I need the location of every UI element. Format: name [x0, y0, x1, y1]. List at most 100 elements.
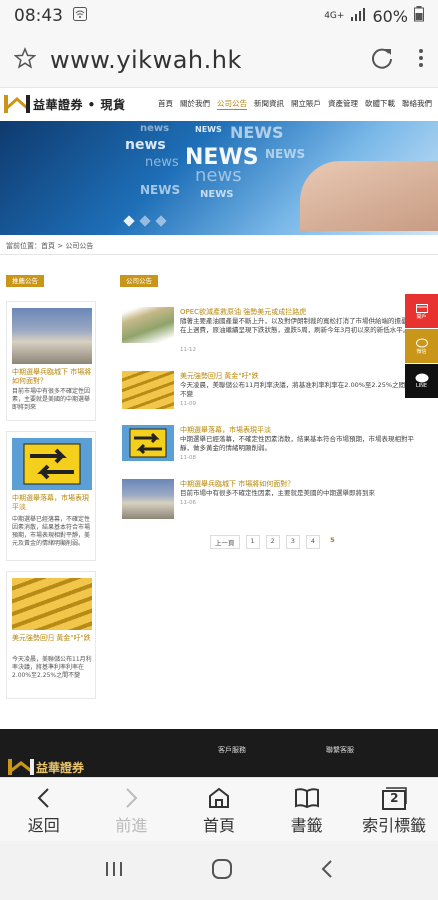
main-menu: 首頁 關於我們 公司公告 新聞資訊 開立賬戶 資產管理 軟體下載 聯絡我們: [158, 98, 432, 110]
footer-brand: 益華證券: [36, 761, 85, 775]
menu-open-account[interactable]: 開立賬戶: [291, 98, 321, 110]
banner-word: NEWS: [200, 189, 234, 200]
news-date: 11-08: [180, 455, 196, 461]
banner-hand-image: [300, 161, 438, 231]
pager-page[interactable]: 3: [285, 535, 300, 549]
home-label: 首頁: [202, 815, 235, 835]
pager-page[interactable]: 4: [305, 535, 321, 549]
menu-download[interactable]: 軟體下載: [365, 98, 395, 110]
home-button[interactable]: 首頁: [175, 778, 263, 841]
site-logo[interactable]: 益華證券 • 現貨: [4, 93, 126, 115]
news-desc: 目前市場中有很多不確定性因素，主要就是美國的中期選舉即將到來: [180, 489, 375, 497]
direction-sign-image: [122, 425, 174, 461]
pager-page[interactable]: 2: [265, 535, 280, 549]
news-item[interactable]: OPEC欲減產救原油 強勢美元或成拦路虎 隨著主要產油國產量不斷上升，以及對伊朗…: [120, 307, 420, 357]
recommended-card-title: 中期選舉落幕，市場表現平淡: [12, 494, 89, 511]
chat-icon: [415, 338, 428, 347]
direction-sign-image: [12, 438, 92, 490]
status-bar: 08:43 4G+ 60%: [0, 0, 438, 32]
news-title[interactable]: 美元強勢回归 黃金"吁"跌: [180, 371, 259, 381]
menu-about[interactable]: 關於我們: [180, 98, 210, 110]
news-item[interactable]: 美元強勢回归 黃金"吁"跌 今天凌晨，美聯儲公布11月利率決議，將基准利率利率在…: [120, 371, 420, 421]
menu-announcements[interactable]: 公司公告: [217, 98, 247, 110]
bookmarks-button[interactable]: 書籤: [263, 778, 351, 841]
money-image: [122, 307, 174, 343]
breadcrumb: 當前位置：首頁 > 公司公告: [6, 242, 94, 250]
menu-home[interactable]: 首頁: [158, 98, 173, 110]
news-date: 11-09: [180, 401, 196, 407]
pager-prev[interactable]: 上一頁: [210, 535, 240, 549]
back-button[interactable]: 返回: [0, 778, 88, 841]
side-line-button[interactable]: LINE: [405, 364, 438, 398]
signal-icon: [350, 7, 366, 26]
gold-bars-image: [12, 578, 92, 630]
back-arrow-icon: [37, 787, 49, 808]
forward-label: 前進: [115, 815, 148, 835]
reload-icon[interactable]: [370, 46, 394, 74]
recommended-card-desc: 中期選舉已經落幕，不確定性因素消散，結果基本符合市場預期，市場表現相對平靜，美元…: [12, 516, 91, 547]
recommended-card[interactable]: 中期選舉兵臨城下 市場將如何面對？ 目前市場中有很多不確定性因素，主要就是美國的…: [6, 301, 96, 421]
news-title[interactable]: OPEC欲減產救原油 強勢美元或成拦路虎: [180, 307, 306, 317]
divider: [0, 254, 438, 255]
banner-word: NEWS: [140, 183, 181, 197]
announcements-tag: 公司公告: [120, 275, 158, 287]
banner-word: news: [145, 155, 179, 170]
side-button-label: LINE: [415, 383, 428, 389]
tabs-label: 索引標籤: [362, 815, 427, 835]
tab-count: 2: [390, 790, 399, 805]
news-date: 11-12: [180, 347, 196, 353]
site-footer: 益華證券 客戶服務 聯繫客服: [0, 729, 438, 777]
pager-current[interactable]: 5: [326, 535, 339, 549]
home-icon: [208, 787, 229, 808]
news-item[interactable]: 中期選舉兵臨城下 市場將如何面對？ 目前市場中有很多不確定性因素，主要就是美國的…: [120, 479, 420, 529]
news-desc: 今天凌晨，美聯儲公布11月利率決議，將基准利率利率在2.00%至2.25%之間保…: [180, 381, 419, 398]
banner-word: NEWS: [230, 123, 284, 142]
site-brand: 益華證券 • 現貨: [33, 97, 126, 112]
banner-word: news: [125, 137, 166, 153]
pagination: 上一頁 1 2 3 4 5: [210, 535, 339, 549]
banner-dots: [123, 215, 167, 227]
url-field[interactable]: www.yikwah.hk: [50, 46, 242, 74]
gold-bars-image: [122, 371, 174, 409]
pager-page[interactable]: 1: [245, 535, 260, 549]
menu-asset-management[interactable]: 資產管理: [328, 98, 358, 110]
home-circle-icon[interactable]: [211, 858, 233, 884]
menu-news[interactable]: 新聞資訊: [254, 98, 284, 110]
web-page: 益華證券 • 現貨 首頁 關於我們 公司公告 新聞資訊 開立賬戶 資產管理 軟體…: [0, 89, 438, 777]
wifi-icon: [73, 6, 87, 26]
side-wechat-button[interactable]: 微信: [405, 329, 438, 363]
news-item[interactable]: 中期選舉落幕，市場表現平淡 中期選舉已經落幕，不確定性因素消散，結果基本符合市場…: [120, 425, 420, 475]
recommended-card-desc: 目前市場中有很多不確定性因素，主要就是美國的中期選舉即將到來: [12, 388, 91, 411]
back-label: 返回: [27, 815, 60, 835]
line-chat-icon: [415, 373, 428, 383]
footer-logo-icon: [8, 759, 34, 775]
site-header: 益華證券 • 現貨 首頁 關於我們 公司公告 新聞資訊 開立賬戶 資產管理 軟體…: [0, 89, 438, 119]
network-type: 4G+: [324, 11, 345, 21]
footer-customer-service[interactable]: 客戶服務: [218, 745, 246, 755]
stock-exchange-image: [12, 308, 92, 364]
banner-word: NEWS: [265, 147, 306, 161]
news-title[interactable]: 中期選舉兵臨城下 市場將如何面對？: [180, 479, 294, 489]
battery-level: 60%: [372, 6, 408, 26]
forward-button[interactable]: 前進: [88, 778, 176, 841]
banner-word: news: [195, 165, 242, 186]
recommended-card[interactable]: 美元強勢回归 黃金"吁"跌 今天凌晨，美聯儲公布11月利率決議，將基準利率利率在…: [6, 571, 96, 699]
side-button-label: 開戶: [416, 313, 427, 320]
more-menu-icon[interactable]: [418, 47, 424, 73]
menu-contact[interactable]: 聯絡我們: [402, 98, 432, 110]
recommended-card[interactable]: 中期選舉落幕，市場表現平淡 中期選舉已經落幕，不確定性因素消散，結果基本符合市場…: [6, 431, 96, 561]
bookmark-star-icon[interactable]: [13, 46, 37, 73]
system-back-icon[interactable]: [319, 858, 335, 884]
news-desc: 中期選舉已經落幕，不確定性因素消散，結果基本符合市場預期，市場表現相對平靜，做多…: [180, 435, 414, 452]
tabs-button[interactable]: 2 索引標籤: [350, 778, 438, 841]
news-desc: 隨著主要產油國產量不斷上升，以及對伊朗制裁的寬松打消了市場供給端的擔憂，在上週費…: [180, 317, 414, 334]
news-title[interactable]: 中期選舉落幕，市場表現平淡: [180, 425, 271, 435]
battery-icon: [414, 6, 424, 26]
news-date: 11-06: [180, 500, 196, 506]
recent-apps-icon[interactable]: [103, 859, 125, 883]
recommended-card-title: 美元強勢回归 黃金"吁"跌: [12, 634, 91, 642]
banner-word: NEWS: [195, 125, 222, 134]
side-open-account-button[interactable]: 開戶: [405, 294, 438, 328]
forward-arrow-icon: [126, 787, 138, 808]
footer-contact-support[interactable]: 聯繫客服: [326, 745, 354, 755]
